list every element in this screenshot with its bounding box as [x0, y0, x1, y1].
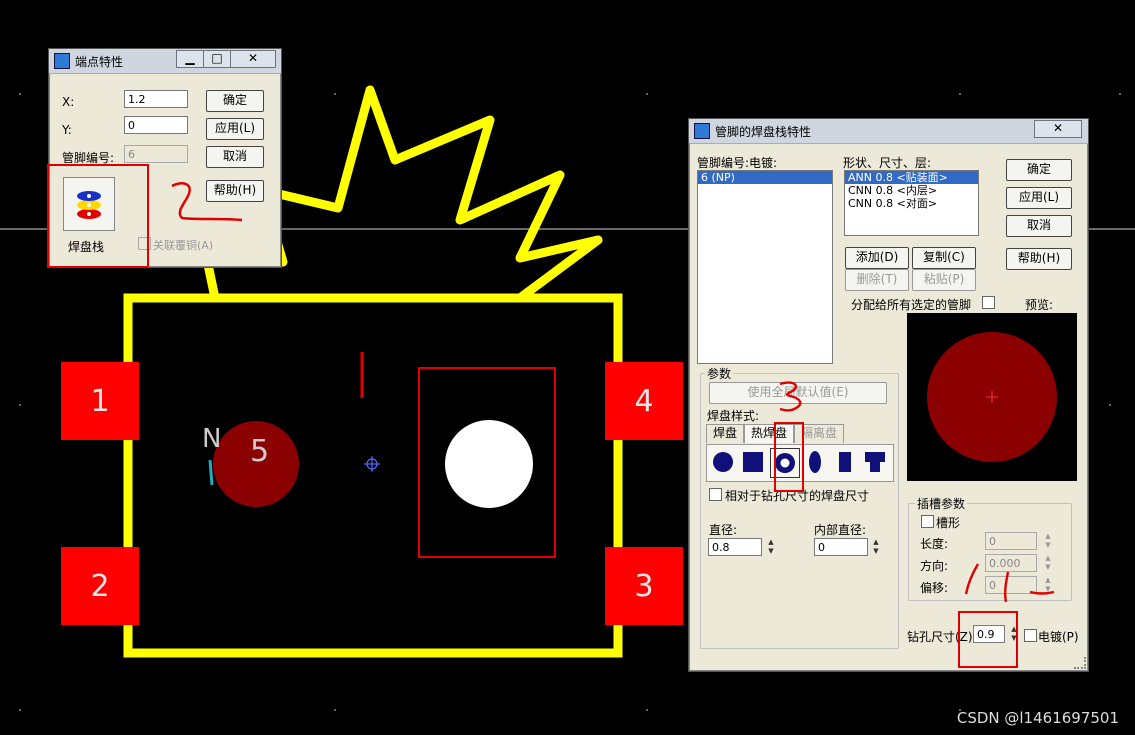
inner-diameter-spinner[interactable]: ▲ ▼ — [871, 538, 881, 556]
pad-1[interactable]: 1 — [61, 362, 139, 440]
ok-button[interactable]: 确定 — [1006, 159, 1072, 181]
diameter-field[interactable]: 0.8 — [708, 538, 762, 556]
paste-button: 粘贴(P) — [912, 269, 976, 291]
offset-label: 偏移: — [920, 581, 949, 595]
shape-size-layer-label: 形状、尺寸、层: — [843, 156, 932, 170]
dialog-title: 管脚的焊盘栈特性 — [715, 125, 812, 139]
annotation-1 — [964, 563, 1055, 603]
annotation-3 — [779, 381, 802, 412]
diameter-label: 直径: — [709, 523, 738, 537]
list-item[interactable]: 6 (NP) — [698, 171, 832, 184]
link-copper-label: 关联覆铜(A) — [153, 239, 214, 252]
pad-style-label: 焊盘样式: — [707, 409, 760, 423]
watermark: CSDN @l1461697501 — [956, 709, 1119, 727]
plated-label: 电镀(P) — [1038, 630, 1079, 644]
odd-shape-button[interactable] — [861, 448, 889, 476]
slot-params-label: 插槽参数 — [915, 495, 968, 512]
apply-button[interactable]: 应用(L) — [1006, 187, 1072, 209]
resize-grip[interactable] — [1074, 657, 1086, 669]
title-bar[interactable]: 端点特性 ▁ □ ✕ — [49, 49, 281, 74]
params-label: 参数 — [705, 365, 734, 382]
length-label: 长度: — [920, 537, 949, 551]
pad-label: 1 — [90, 383, 110, 419]
pin-number-field: 6 — [124, 145, 188, 163]
tab-pad[interactable]: 焊盘 — [706, 424, 744, 443]
rectangle-shape-button[interactable] — [831, 448, 859, 476]
pad-2[interactable]: 2 — [61, 547, 139, 625]
maximize-button[interactable]: □ — [203, 50, 231, 68]
annotation-box-padstack — [47, 164, 149, 268]
slot-label: 槽形 — [936, 516, 961, 530]
close-button[interactable]: ✕ — [1034, 120, 1082, 138]
list-item[interactable]: CNN 0.8 <对面> — [845, 197, 978, 210]
title-bar[interactable]: 管脚的焊盘栈特性 ✕ — [689, 119, 1088, 144]
direction-label: 方向: — [920, 559, 949, 573]
preview-panel — [907, 313, 1077, 481]
pad-4[interactable]: 4 — [605, 362, 683, 440]
cancel-button[interactable]: 取消 — [1006, 215, 1072, 237]
cancel-button[interactable]: 取消 — [206, 146, 264, 168]
square-shape-button[interactable] — [739, 448, 767, 476]
length-spinner: ▲ ▼ — [1045, 532, 1051, 549]
app-icon — [694, 123, 710, 139]
round-shape-button[interactable] — [709, 448, 737, 476]
list-item[interactable]: CNN 0.8 <内层> — [845, 184, 978, 197]
shape-list[interactable]: ANN 0.8 <贴装面> CNN 0.8 <内层> CNN 0.8 <对面> — [844, 170, 979, 236]
relative-size-checkbox[interactable] — [709, 488, 722, 501]
oval-shape-button[interactable] — [801, 448, 829, 476]
x-label: X: — [62, 95, 75, 109]
pad-3[interactable]: 3 — [605, 547, 683, 625]
ref-text-n: N — [202, 424, 222, 454]
apply-button[interactable]: 应用(L) — [206, 118, 264, 140]
annotation-box-drill — [958, 611, 1018, 668]
y-label: Y: — [62, 123, 72, 137]
diameter-spinner[interactable]: ▲ ▼ — [766, 538, 776, 556]
origin-marker — [364, 456, 380, 472]
annotation-box-hole — [418, 367, 556, 558]
dialog-title: 端点特性 — [75, 55, 124, 69]
inner-diameter-field[interactable]: 0 — [814, 538, 868, 556]
pin-list[interactable]: 6 (NP) — [697, 170, 833, 364]
plated-checkbox[interactable] — [1024, 629, 1037, 642]
ok-button[interactable]: 确定 — [206, 90, 264, 112]
inner-diameter-label: 内部直径: — [814, 523, 867, 537]
pad-label: 4 — [634, 383, 654, 419]
copy-button[interactable]: 复制(C) — [912, 247, 976, 269]
pad-label: 2 — [90, 568, 110, 604]
pad-label: 3 — [634, 568, 654, 604]
close-button[interactable]: ✕ — [230, 50, 276, 68]
assign-all-label: 分配给所有选定的管脚 — [851, 298, 972, 312]
add-button[interactable]: 添加(D) — [845, 247, 909, 269]
app-icon — [54, 53, 70, 69]
preview-label: 预览: — [1025, 298, 1054, 312]
annotation-2 — [171, 182, 243, 222]
annotation-box-thermal-tab — [774, 422, 804, 492]
slot-checkbox[interactable] — [921, 515, 934, 528]
pad-5-label: 5 — [250, 434, 270, 469]
y-field[interactable]: 0 — [124, 116, 188, 134]
length-field: 0 — [985, 532, 1037, 550]
delete-button: 删除(T) — [845, 269, 909, 291]
pin-plating-label: 管脚编号:电镀: — [697, 156, 778, 170]
assign-all-checkbox[interactable] — [982, 296, 995, 309]
help-button[interactable]: 帮助(H) — [1006, 248, 1072, 270]
minimize-button[interactable]: ▁ — [176, 50, 204, 68]
list-item[interactable]: ANN 0.8 <贴装面> — [845, 171, 978, 184]
x-field[interactable]: 1.2 — [124, 90, 188, 108]
